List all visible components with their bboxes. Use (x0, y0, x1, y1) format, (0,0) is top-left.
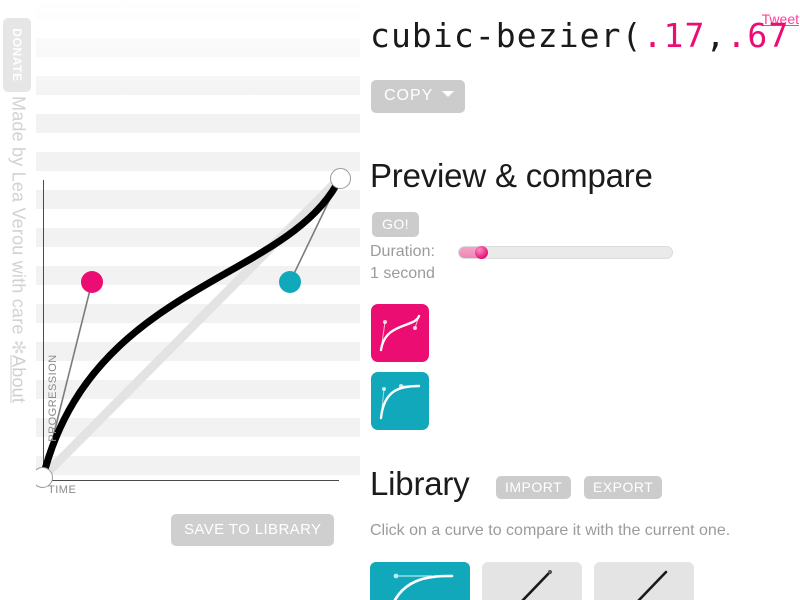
library-heading: Library (370, 465, 470, 502)
formula-display: cubic-bezier(.17,.67 (370, 16, 789, 55)
save-to-library-button[interactable]: SAVE TO LIBRARY (171, 514, 335, 546)
credit-prefix: Made by Lea Verou with care (8, 96, 29, 340)
reference-linear-curve (38, 173, 345, 482)
library-curve-1 (521, 570, 552, 600)
library-item-2[interactable] (594, 562, 694, 600)
preview-curve-teal (379, 384, 421, 420)
library-curve-2 (637, 570, 668, 600)
right-column: Tweet cubic-bezier(.17,.67 COPY Preview … (368, 0, 800, 600)
donate-button[interactable]: DONATE (3, 18, 31, 92)
curve-end-point[interactable] (330, 168, 351, 189)
preview-heading: Preview & compare (370, 157, 653, 194)
library-help-text: Click on a curve to compare it with the … (370, 522, 731, 539)
curve-editor[interactable]: PROGRESSION TIME SAVE TO LIBRARY (36, 0, 360, 600)
donate-label: DONATE (10, 28, 24, 82)
library-curve-0 (393, 573, 454, 600)
credit-text: Made by Lea Verou with care ✻About (8, 96, 29, 403)
library-item-1[interactable] (482, 562, 582, 600)
formula-p1x[interactable]: .17 (643, 16, 706, 55)
x-axis-label: TIME (48, 484, 77, 496)
curve-canvas (38, 173, 345, 482)
cubic-bezier-app: DONATE Made by Lea Verou with care ✻Abou… (0, 0, 800, 600)
credit-block: Made by Lea Verou with care ✻About (4, 96, 32, 496)
preview-curve-pink (379, 314, 421, 352)
export-button[interactable]: EXPORT (584, 476, 663, 499)
preview-thumb-compare[interactable] (371, 372, 429, 430)
left-rail: DONATE Made by Lea Verou with care ✻Abou… (0, 0, 36, 600)
control-handle-p2[interactable] (279, 271, 301, 293)
slider-thumb[interactable] (475, 246, 488, 259)
duration-value: 1 second (370, 265, 435, 282)
duration-control: Duration: 1 second (370, 243, 690, 282)
formula-comma: , (705, 16, 727, 55)
duration-slider[interactable] (458, 246, 673, 259)
library-item-0[interactable] (370, 562, 470, 600)
formula-p1y[interactable]: .67 (726, 16, 789, 55)
star-icon: ✻ (8, 339, 29, 356)
duration-label: Duration: (370, 243, 435, 260)
about-link[interactable]: About (9, 355, 29, 403)
go-button[interactable]: GO! (372, 212, 420, 237)
import-button[interactable]: IMPORT (496, 476, 572, 499)
chevron-down-icon (442, 91, 455, 97)
copy-button[interactable]: COPY (371, 80, 466, 113)
y-axis-label: PROGRESSION (47, 354, 59, 442)
copy-label: COPY (384, 87, 434, 104)
formula-prefix: cubic-bezier( (370, 16, 643, 55)
preview-thumb-current[interactable] (371, 304, 429, 362)
control-handle-p1[interactable] (81, 271, 103, 293)
